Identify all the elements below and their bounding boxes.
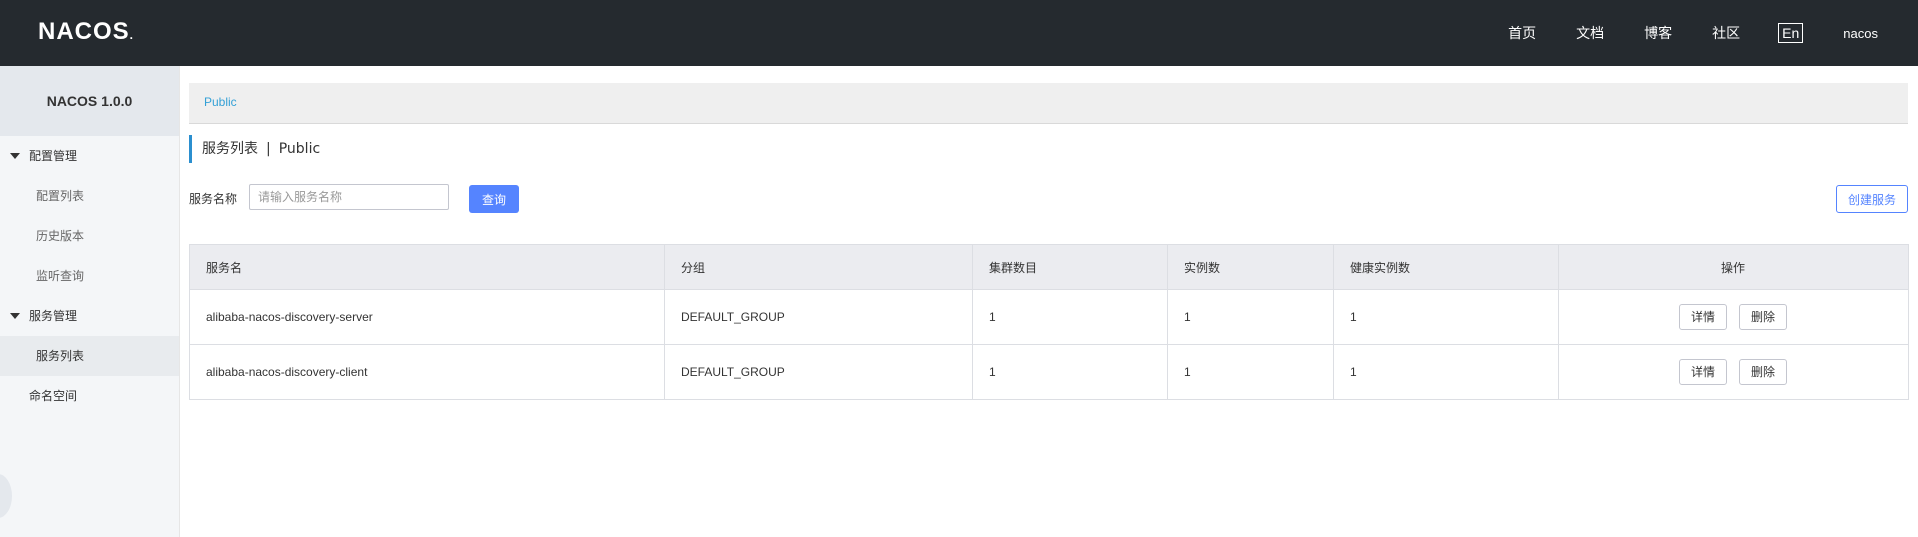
service-table: 服务名 分组 集群数目 实例数 健康实例数 操作 alibaba-nacos-d…: [189, 244, 1909, 400]
cell-healthy: 1: [1333, 344, 1559, 400]
table-header-row: 服务名 分组 集群数目 实例数 健康实例数 操作: [189, 244, 1909, 290]
cell-group: DEFAULT_GROUP: [664, 289, 973, 345]
detail-button[interactable]: 详情: [1679, 304, 1727, 330]
cell-actions: 详情 删除: [1558, 344, 1909, 400]
sidebar-group-config[interactable]: 配置管理: [0, 136, 179, 176]
page-title: 服务列表 | Public: [189, 135, 320, 163]
column-header-instances: 实例数: [1167, 244, 1334, 290]
sidebar-item-namespace[interactable]: 命名空间: [0, 376, 179, 416]
cell-healthy: 1: [1333, 289, 1559, 345]
cell-instances: 1: [1167, 344, 1334, 400]
column-header-healthy-instances: 健康实例数: [1333, 244, 1559, 290]
service-name-label: 服务名称: [189, 192, 238, 206]
column-header-clusters: 集群数目: [972, 244, 1168, 290]
cell-actions: 详情 删除: [1558, 289, 1909, 345]
page-title-namespace: Public: [278, 141, 321, 157]
delete-button[interactable]: 删除: [1739, 359, 1787, 385]
sidebar-item-service-list[interactable]: 服务列表: [0, 336, 179, 376]
page-title-text: 服务列表: [202, 141, 258, 157]
language-switch[interactable]: En: [1778, 23, 1804, 43]
top-nav: 首页 文档 博客 社区 En nacos: [1468, 0, 1918, 66]
main-content: Public 服务列表 | Public 服务名称 查询 创建服务 服务名 分组 集…: [180, 66, 1918, 537]
cell-instances: 1: [1167, 289, 1334, 345]
caret-down-icon: [10, 313, 20, 319]
nav-blog[interactable]: 博客: [1644, 23, 1672, 43]
title-separator: |: [266, 141, 271, 157]
table-row: alibaba-nacos-discovery-client DEFAULT_G…: [189, 344, 1909, 400]
sidebar-title: NACOS 1.0.0: [0, 66, 179, 136]
sidebar-item-config-list[interactable]: 配置列表: [0, 176, 179, 216]
sidebar: NACOS 1.0.0 配置管理 配置列表 历史版本 监听查询 服务管理 服务列…: [0, 66, 180, 537]
top-navbar: NACOS. 首页 文档 博客 社区 En nacos: [0, 0, 1918, 66]
column-header-actions: 操作: [1558, 244, 1909, 290]
nav-home[interactable]: 首页: [1508, 23, 1536, 43]
sidebar-group-label: 服务管理: [29, 309, 78, 323]
user-menu[interactable]: nacos: [1843, 26, 1878, 41]
cell-clusters: 1: [972, 344, 1168, 400]
create-service-button[interactable]: 创建服务: [1836, 185, 1908, 213]
sidebar-item-listener-query[interactable]: 监听查询: [0, 256, 179, 296]
cell-service-name: alibaba-nacos-discovery-client: [189, 344, 665, 400]
cell-service-name: alibaba-nacos-discovery-server: [189, 289, 665, 345]
sidebar-group-service[interactable]: 服务管理: [0, 296, 179, 336]
nav-docs[interactable]: 文档: [1576, 23, 1604, 43]
detail-button[interactable]: 详情: [1679, 359, 1727, 385]
namespace-public-link[interactable]: Public: [204, 95, 237, 109]
column-header-group: 分组: [664, 244, 973, 290]
sidebar-collapse-handle[interactable]: [0, 474, 12, 518]
cell-group: DEFAULT_GROUP: [664, 344, 973, 400]
service-name-input[interactable]: [249, 184, 449, 210]
nacos-logo[interactable]: NACOS.: [38, 18, 134, 46]
namespace-bar: Public: [189, 83, 1908, 124]
query-button[interactable]: 查询: [469, 185, 519, 213]
cell-clusters: 1: [972, 289, 1168, 345]
delete-button[interactable]: 删除: [1739, 304, 1787, 330]
nav-community[interactable]: 社区: [1712, 23, 1740, 43]
table-row: alibaba-nacos-discovery-server DEFAULT_G…: [189, 289, 1909, 345]
sidebar-group-label: 配置管理: [29, 149, 78, 163]
column-header-service-name: 服务名: [189, 244, 665, 290]
sidebar-item-history[interactable]: 历史版本: [0, 216, 179, 256]
caret-down-icon: [10, 153, 20, 159]
